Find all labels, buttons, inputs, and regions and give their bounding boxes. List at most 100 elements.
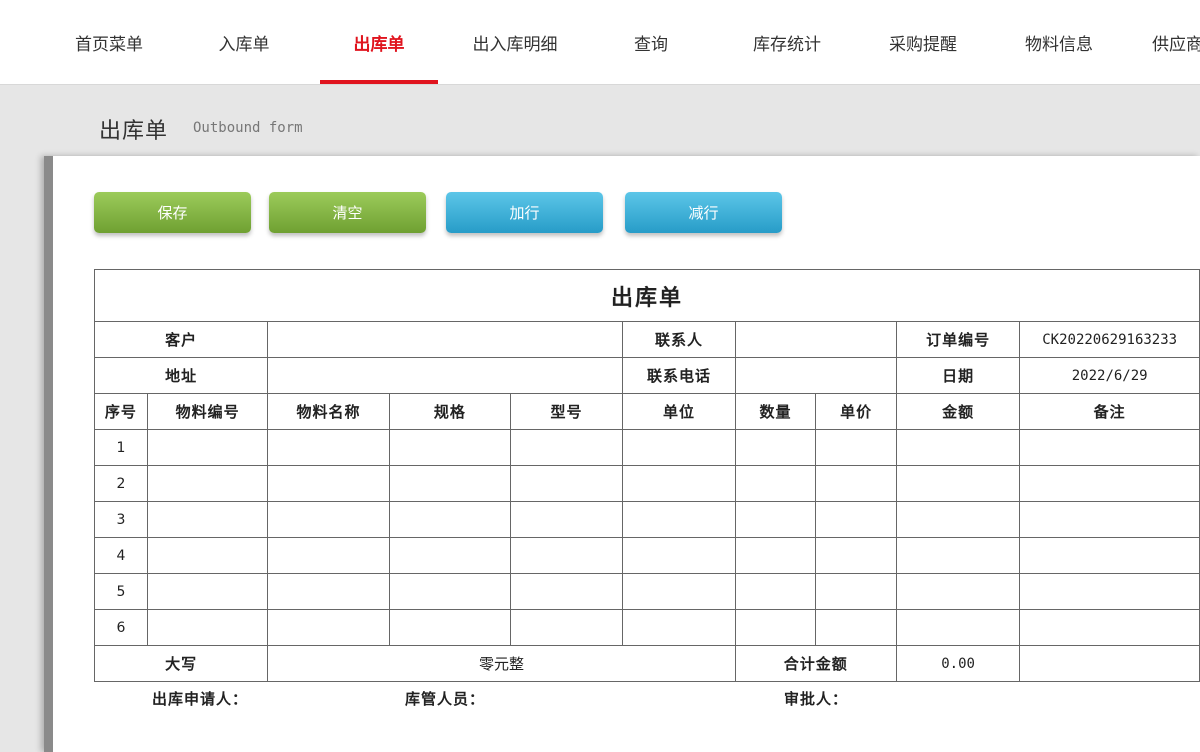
amount-cell (895, 429, 1021, 466)
unit-cell[interactable] (622, 573, 736, 610)
total-amount-value: 0.00 (895, 645, 1021, 682)
qty-cell[interactable] (734, 537, 817, 574)
customer-field[interactable] (267, 321, 624, 358)
remark-cell[interactable] (1019, 429, 1200, 466)
model-cell[interactable] (509, 573, 624, 610)
model-cell[interactable] (509, 429, 624, 466)
nav-item-detail[interactable]: 出入库明细 (456, 0, 574, 85)
date-label: 日期 (895, 357, 1021, 394)
outbound-form-table: 出库单 客户 联系人 订单编号 CK20220629163233 地址 联系电话… (93, 269, 1200, 682)
row-seq: 4 (94, 537, 148, 574)
phone-field[interactable] (734, 357, 897, 394)
col-header-unit: 单位 (622, 393, 736, 430)
customer-label: 客户 (93, 321, 269, 358)
col-header-price: 单价 (815, 393, 897, 430)
material-code-cell[interactable] (146, 501, 269, 538)
qty-cell[interactable] (734, 465, 817, 502)
nav-item-purchase-alert[interactable]: 采购提醒 (864, 0, 982, 85)
phone-label: 联系电话 (622, 357, 736, 394)
col-header-remark: 备注 (1019, 393, 1200, 430)
contact-field[interactable] (734, 321, 897, 358)
nav-item-query[interactable]: 查询 (592, 0, 710, 85)
unit-cell[interactable] (622, 609, 736, 646)
material-code-cell[interactable] (146, 609, 269, 646)
order-no-field[interactable]: CK20220629163233 (1019, 321, 1200, 358)
column-header-row: 序号 物料编号 物料名称 规格 型号 单位 数量 单价 金额 备注 (94, 393, 1200, 430)
applicant-label: 出库申请人： (152, 690, 249, 708)
clear-button[interactable]: 清空 (269, 192, 426, 233)
table-row: 3 (94, 501, 1200, 538)
material-code-cell[interactable] (146, 537, 269, 574)
row-seq: 2 (94, 465, 148, 502)
nav-item-home-menu[interactable]: 首页菜单 (50, 0, 168, 85)
nav-item-outbound[interactable]: 出库单 (320, 0, 438, 85)
remark-cell[interactable] (1019, 465, 1200, 502)
table-row: 1 (94, 429, 1200, 466)
price-cell[interactable] (815, 573, 897, 610)
nav-item-material-info[interactable]: 物料信息 (1000, 0, 1118, 85)
amount-cell (895, 501, 1021, 538)
remove-row-button[interactable]: 减行 (625, 192, 782, 233)
model-cell[interactable] (509, 501, 624, 538)
table-row: 4 (94, 537, 1200, 574)
remark-cell[interactable] (1019, 609, 1200, 646)
amount-cell (895, 573, 1021, 610)
spec-cell[interactable] (388, 573, 511, 610)
price-cell[interactable] (815, 465, 897, 502)
total-row: 大写 零元整 合计金额 0.00 (93, 645, 1200, 682)
material-code-cell[interactable] (146, 429, 269, 466)
nav-item-stock-stats[interactable]: 库存统计 (728, 0, 846, 85)
nav-item-inbound[interactable]: 入库单 (185, 0, 303, 85)
nav-item-supplier[interactable]: 供应商 (1136, 0, 1200, 85)
material-name-cell[interactable] (267, 573, 390, 610)
keeper-label: 库管人员： (405, 690, 486, 708)
model-cell[interactable] (509, 537, 624, 574)
material-code-cell[interactable] (146, 573, 269, 610)
table-row: 2 (94, 465, 1200, 502)
content-card: 保存 清空 加行 减行 出库单 客户 联系人 订单编号 CK2022062916… (44, 156, 1200, 752)
spec-cell[interactable] (388, 429, 511, 466)
spec-cell[interactable] (388, 501, 511, 538)
unit-cell[interactable] (622, 501, 736, 538)
date-field[interactable]: 2022/6/29 (1019, 357, 1200, 394)
row-seq: 3 (94, 501, 148, 538)
material-name-cell[interactable] (267, 537, 390, 574)
qty-cell[interactable] (734, 609, 817, 646)
model-cell[interactable] (509, 465, 624, 502)
amount-cell (895, 537, 1021, 574)
remark-cell[interactable] (1019, 573, 1200, 610)
model-cell[interactable] (509, 609, 624, 646)
approver-label: 审批人： (784, 690, 849, 708)
price-cell[interactable] (815, 537, 897, 574)
material-name-cell[interactable] (267, 501, 390, 538)
col-header-model: 型号 (509, 393, 624, 430)
material-code-cell[interactable] (146, 465, 269, 502)
price-cell[interactable] (815, 609, 897, 646)
unit-cell[interactable] (622, 537, 736, 574)
qty-cell[interactable] (734, 429, 817, 466)
uppercase-label: 大写 (93, 645, 269, 682)
col-header-amount: 金额 (895, 393, 1021, 430)
material-name-cell[interactable] (267, 609, 390, 646)
col-header-qty: 数量 (734, 393, 817, 430)
spec-cell[interactable] (388, 465, 511, 502)
price-cell[interactable] (815, 501, 897, 538)
col-header-material-name: 物料名称 (267, 393, 390, 430)
add-row-button[interactable]: 加行 (446, 192, 603, 233)
address-field[interactable] (267, 357, 624, 394)
page-subtitle: Outbound form (193, 120, 303, 136)
material-name-cell[interactable] (267, 465, 390, 502)
unit-cell[interactable] (622, 429, 736, 466)
unit-cell[interactable] (622, 465, 736, 502)
material-name-cell[interactable] (267, 429, 390, 466)
qty-cell[interactable] (734, 501, 817, 538)
price-cell[interactable] (815, 429, 897, 466)
remark-cell[interactable] (1019, 537, 1200, 574)
remark-cell[interactable] (1019, 501, 1200, 538)
qty-cell[interactable] (734, 573, 817, 610)
table-row: 5 (94, 573, 1200, 610)
spec-cell[interactable] (388, 609, 511, 646)
spec-cell[interactable] (388, 537, 511, 574)
order-no-label: 订单编号 (895, 321, 1021, 358)
save-button[interactable]: 保存 (94, 192, 251, 233)
